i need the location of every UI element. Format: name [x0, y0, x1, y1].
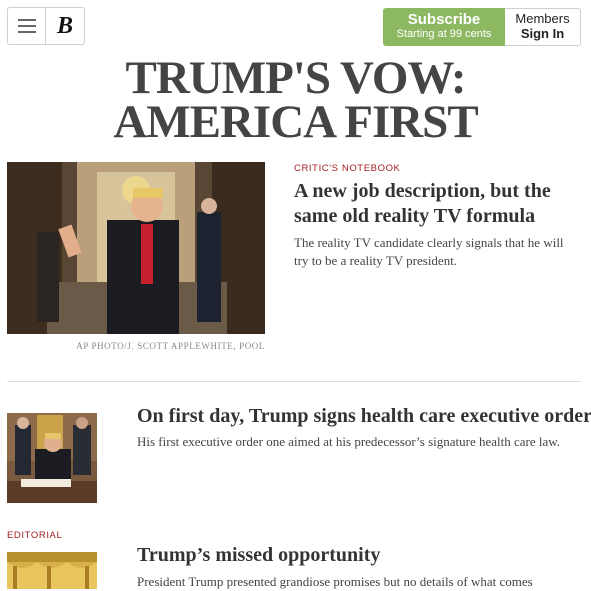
- photo-credit: AP PHOTO/J. SCOTT APPLEWHITE, POOL: [76, 341, 265, 351]
- editorial-kicker[interactable]: EDITORIAL: [7, 530, 62, 541]
- boston-globe-logo-icon: B: [56, 12, 73, 39]
- members-label: Members: [515, 11, 570, 26]
- banner-line-2: AMERICA FIRST: [113, 96, 478, 148]
- subscribe-button[interactable]: Subscribe Starting at 99 cents: [383, 8, 505, 46]
- lead-story-title[interactable]: A new job description, but the same old …: [294, 179, 579, 229]
- home-logo-button[interactable]: B: [45, 7, 85, 45]
- story-kicker[interactable]: CRITIC'S NOTEBOOK: [294, 163, 401, 174]
- menu-button[interactable]: [7, 7, 45, 45]
- banner-line-1: TRUMP'S VOW:: [125, 52, 466, 104]
- story-thumbnail[interactable]: [7, 552, 97, 589]
- story-thumbnail[interactable]: [7, 413, 97, 503]
- top-bar: B Subscribe Starting at 99 cents Members…: [0, 0, 591, 52]
- members-signin-button[interactable]: Members Sign In: [505, 8, 581, 46]
- subscribe-price: Starting at 99 cents: [396, 28, 492, 40]
- subscribe-label: Subscribe: [407, 11, 481, 28]
- section-divider: [7, 381, 581, 382]
- story-title[interactable]: On first day, Trump signs health care ex…: [137, 404, 591, 429]
- story-dek: His first executive order one aimed at h…: [137, 434, 561, 449]
- story-title[interactable]: Trump’s missed opportunity: [137, 543, 577, 568]
- lead-story-photo[interactable]: [7, 162, 265, 334]
- banner-headline[interactable]: TRUMP'S VOW: AMERICA FIRST: [0, 52, 591, 148]
- story-dek: President Trump presented grandiose prom…: [137, 574, 533, 589]
- hamburger-icon: [17, 19, 36, 21]
- signin-label: Sign In: [520, 26, 565, 41]
- lead-story-dek: The reality TV candidate clearly signals…: [294, 235, 564, 268]
